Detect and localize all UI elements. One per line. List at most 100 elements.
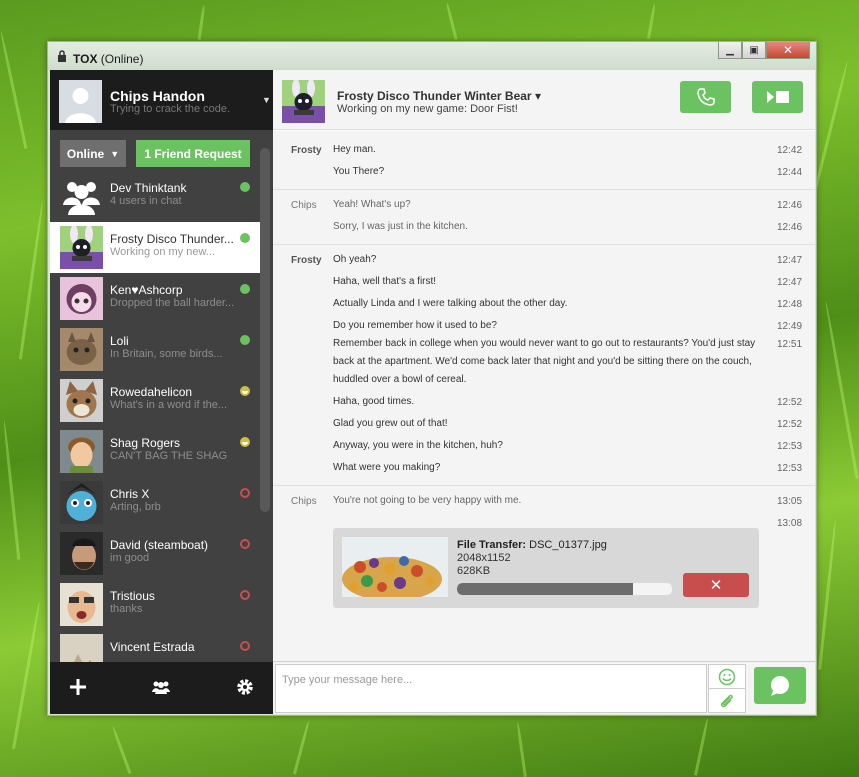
friend-request-button[interactable]: 1 Friend Request xyxy=(136,140,250,167)
minimize-icon: ▁ xyxy=(726,44,734,56)
message-text: Glad you grew out of that! xyxy=(333,418,448,429)
file-thumbnail[interactable] xyxy=(342,537,448,597)
add-friend-icon[interactable] xyxy=(67,676,89,698)
smiley-icon xyxy=(718,668,736,685)
presence-offline-indicator xyxy=(240,488,250,498)
self-name[interactable]: Chips Handon xyxy=(110,88,205,104)
self-avatar[interactable] xyxy=(59,80,102,123)
sidebar-bottom-bar xyxy=(50,662,273,714)
presence-offline-indicator xyxy=(240,641,250,651)
friend-list-scrollbar[interactable] xyxy=(260,148,270,512)
friend-status: thanks xyxy=(110,603,143,615)
lock-icon xyxy=(58,50,66,62)
message-text: Actually Linda and I were talking about … xyxy=(333,298,568,309)
minimize-button[interactable]: ▁ xyxy=(718,42,742,59)
file-transfer-progress xyxy=(457,583,672,595)
emoji-button[interactable] xyxy=(708,664,746,689)
app-window: TOX (Online) ▁ ▣ ✕ Chips Handon Trying t… xyxy=(47,41,817,716)
contact-avatar[interactable] xyxy=(282,80,325,123)
self-status-message[interactable]: Trying to crack the code. xyxy=(110,103,230,115)
message-time: 12:47 xyxy=(777,277,803,288)
friend-name: David (steamboat) xyxy=(110,538,209,552)
close-icon: ✕ xyxy=(709,577,723,594)
message-text: Sorry, I was just in the kitchen. xyxy=(333,221,468,232)
friend-status: CAN'T BAG THE SHAG xyxy=(110,450,228,462)
default-avatar-icon xyxy=(59,80,102,123)
file-transfer-card: File Transfer: DSC_01377.jpg 2048x1152 6… xyxy=(333,528,759,608)
friend-status: 4 users in chat xyxy=(110,195,182,207)
message-text: Remember back in college when you would … xyxy=(333,338,756,385)
friend-name: Chris X xyxy=(110,487,150,501)
close-icon: ✕ xyxy=(782,43,794,57)
friend-item-frosty[interactable]: Frosty Disco Thunder... Working on my ne… xyxy=(50,222,260,273)
friend-status: Dropped the ball harder... xyxy=(110,297,235,309)
maximize-button[interactable]: ▣ xyxy=(742,42,766,59)
message-group-divider xyxy=(273,244,815,245)
title-bar[interactable]: TOX (Online) ▁ ▣ ✕ xyxy=(48,42,816,70)
friend-item-rowedahelicon[interactable]: Rowedahelicon What's in a word if the... xyxy=(50,375,260,426)
friend-status: im good xyxy=(110,552,150,564)
status-select-value: Online xyxy=(66,146,105,161)
message-composer: Type your message here... xyxy=(273,661,815,714)
contact-status: Working on my new game: Door Fist! xyxy=(337,103,518,115)
message-time: 13:05 xyxy=(777,496,803,507)
friend-avatar xyxy=(60,379,103,422)
message-group-divider xyxy=(273,189,815,190)
presence-online-indicator xyxy=(240,335,250,345)
message-text: Anyway, you were in the kitchen, huh? xyxy=(333,440,503,451)
self-profile[interactable]: Chips Handon Trying to crack the code. ▼ xyxy=(50,70,273,130)
close-button[interactable]: ✕ xyxy=(766,42,810,59)
presence-offline-indicator xyxy=(240,539,250,549)
friend-item-dev-thinktank[interactable]: Dev Thinktank 4 users in chat xyxy=(50,171,260,222)
message-time: 12:47 xyxy=(777,255,803,266)
window-title: TOX (Online) xyxy=(73,52,144,66)
chevron-down-icon: ▼ xyxy=(110,148,120,159)
video-camera-icon xyxy=(766,91,789,103)
message-text: You're not going to be very happy with m… xyxy=(333,495,522,506)
presence-online-indicator xyxy=(240,182,250,192)
audio-call-button[interactable] xyxy=(680,81,731,113)
message-time: 13:08 xyxy=(777,518,803,529)
friend-item-ken-ashcorp[interactable]: Ken♥Ashcorp Dropped the ball harder... xyxy=(50,273,260,324)
video-call-button[interactable] xyxy=(752,81,803,113)
phone-icon xyxy=(696,88,715,106)
message-time: 12:53 xyxy=(777,463,803,474)
friend-avatar xyxy=(60,430,103,473)
window-controls: ▁ ▣ ✕ xyxy=(718,42,810,59)
message-time: 12:53 xyxy=(777,441,803,452)
sidebar: Chips Handon Trying to crack the code. ▼… xyxy=(50,70,273,714)
presence-online-indicator xyxy=(240,233,250,243)
speech-bubble-icon xyxy=(771,675,789,696)
friend-item-tristious[interactable]: Tristious thanks xyxy=(50,579,260,630)
send-button[interactable] xyxy=(754,667,806,704)
friend-item-chris-x[interactable]: Chris X Arting, brb xyxy=(50,477,260,528)
file-size: 628KB xyxy=(457,565,491,577)
friend-avatar xyxy=(60,277,103,320)
status-select[interactable]: Online ▼ xyxy=(60,140,126,167)
settings-icon[interactable] xyxy=(234,676,256,698)
friend-item-loli[interactable]: Loli In Britain, some birds... xyxy=(50,324,260,375)
cancel-transfer-button[interactable]: ✕ xyxy=(683,573,749,597)
friend-item-david-steamboat[interactable]: David (steamboat) im good xyxy=(50,528,260,579)
message-time: 12:52 xyxy=(777,397,803,408)
message-time: 12:46 xyxy=(777,200,803,211)
progress-fill xyxy=(457,583,634,595)
message-log: Frosty Hey man. 12:42 You There? 12:44 C… xyxy=(273,131,815,661)
message-time: 12:49 xyxy=(777,321,803,332)
message-time: 12:51 xyxy=(777,339,803,350)
chevron-down-icon: ▾ xyxy=(534,89,541,103)
message-group-divider xyxy=(273,485,815,486)
contact-name[interactable]: Frosty Disco Thunder Winter Bear ▾ xyxy=(337,89,541,103)
groups-icon[interactable] xyxy=(150,676,172,698)
attach-file-button[interactable] xyxy=(708,688,746,713)
friend-item-shag-rogers[interactable]: Shag Rogers CAN'T BAG THE SHAG xyxy=(50,426,260,477)
friend-name: Rowedahelicon xyxy=(110,385,193,399)
profile-menu-chevron-icon[interactable]: ▼ xyxy=(262,95,271,105)
message-input[interactable]: Type your message here... xyxy=(275,664,707,713)
friend-name: Frosty Disco Thunder... xyxy=(110,232,234,246)
friend-status: Arting, brb xyxy=(110,501,161,513)
presence-offline-indicator xyxy=(240,590,250,600)
message-text: What were you making? xyxy=(333,462,441,473)
friend-name: Dev Thinktank xyxy=(110,181,187,195)
message-text: Do you remember how it used to be? xyxy=(333,320,497,331)
